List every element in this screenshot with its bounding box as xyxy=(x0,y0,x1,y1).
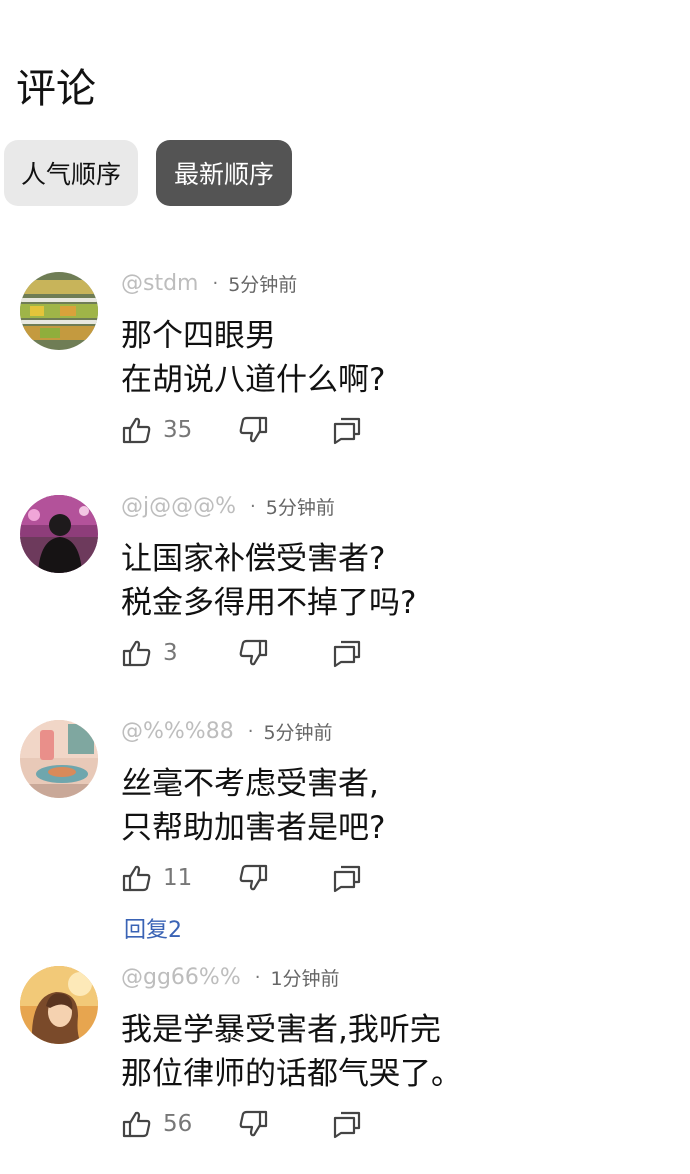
like-count: 56 xyxy=(163,1111,193,1137)
comment-meta: @%%%88 · 5分钟前 xyxy=(121,718,333,745)
thumbs-down-icon xyxy=(237,862,269,894)
avatar[interactable] xyxy=(20,272,98,350)
separator-dot: · xyxy=(247,721,254,742)
like-button[interactable]: 35 xyxy=(121,414,192,446)
comment-actions: 3 xyxy=(121,637,521,677)
thumbs-up-icon xyxy=(121,637,153,669)
comment-body: 让国家补偿受害者? 税金多得用不掉了吗? xyxy=(121,537,416,625)
reply-comment-icon xyxy=(331,637,363,669)
reply-comment-icon xyxy=(331,414,363,446)
comment-body: 我是学暴受害者,我听完 那位律师的话都气哭了。 xyxy=(121,1008,462,1096)
comment-actions: 11 xyxy=(121,862,521,902)
dislike-button[interactable] xyxy=(237,637,269,669)
separator-dot: · xyxy=(212,273,219,294)
avatar[interactable] xyxy=(20,966,98,1044)
comment-line: 只帮助加害者是吧? xyxy=(121,810,386,846)
sort-newest-button[interactable]: 最新顺序 xyxy=(156,140,292,206)
username[interactable]: @stdm xyxy=(121,271,198,296)
view-replies-link[interactable]: 回复2 xyxy=(124,912,182,944)
avatar-image xyxy=(20,720,98,798)
comment-body: 丝毫不考虑受害者, 只帮助加害者是吧? xyxy=(121,762,385,850)
comment-meta: @j@@@% · 5分钟前 xyxy=(121,493,335,520)
comment-line: 那位律师的话都气哭了。 xyxy=(121,1056,462,1092)
comment-line: 让国家补偿受害者? xyxy=(121,541,386,577)
like-count: 11 xyxy=(163,865,193,891)
separator-dot: · xyxy=(250,496,256,517)
reply-button[interactable] xyxy=(331,637,363,669)
like-count: 35 xyxy=(163,417,193,443)
thumbs-up-icon xyxy=(121,862,153,894)
thumbs-up-icon xyxy=(121,414,153,446)
timestamp: 1分钟前 xyxy=(270,968,340,990)
reply-button[interactable] xyxy=(331,414,363,446)
avatar[interactable] xyxy=(20,720,98,798)
timestamp: 5分钟前 xyxy=(228,274,298,296)
username[interactable]: @%%%88 xyxy=(121,719,234,744)
reply-button[interactable] xyxy=(331,862,363,894)
timestamp: 5分钟前 xyxy=(265,497,335,519)
dislike-button[interactable] xyxy=(237,862,269,894)
comment-line: 我是学暴受害者,我听完 xyxy=(121,1012,441,1048)
comment-line: 丝毫不考虑受害者, xyxy=(121,766,379,802)
avatar-image xyxy=(20,495,98,573)
comment-actions: 56 xyxy=(121,1108,521,1148)
comment-line: 在胡说八道什么啊? xyxy=(121,362,386,398)
comment-meta: @gg66%% · 1分钟前 xyxy=(121,964,340,991)
thumbs-down-icon xyxy=(237,637,269,669)
timestamp: 5分钟前 xyxy=(263,722,333,744)
like-count: 3 xyxy=(163,640,178,666)
thumbs-down-icon xyxy=(237,1108,269,1140)
avatar-image xyxy=(20,272,98,350)
page-title: 评论 xyxy=(16,66,96,112)
username[interactable]: @gg66%% xyxy=(121,965,241,990)
reply-comment-icon xyxy=(331,1108,363,1140)
username[interactable]: @j@@@% xyxy=(121,494,236,519)
thumbs-down-icon xyxy=(237,414,269,446)
comment-line: 税金多得用不掉了吗? xyxy=(121,585,417,621)
thumbs-up-icon xyxy=(121,1108,153,1140)
reply-button[interactable] xyxy=(331,1108,363,1140)
separator-dot: · xyxy=(254,967,261,988)
like-button[interactable]: 3 xyxy=(121,637,178,669)
comment-actions: 35 xyxy=(121,414,521,454)
comment-line: 那个四眼男 xyxy=(121,318,276,354)
dislike-button[interactable] xyxy=(237,1108,269,1140)
avatar-image xyxy=(20,966,98,1044)
like-button[interactable]: 56 xyxy=(121,1108,192,1140)
like-button[interactable]: 11 xyxy=(121,862,192,894)
dislike-button[interactable] xyxy=(237,414,269,446)
sort-popular-button[interactable]: 人气顺序 xyxy=(4,140,138,206)
avatar[interactable] xyxy=(20,495,98,573)
reply-comment-icon xyxy=(331,862,363,894)
comment-meta: @stdm · 5分钟前 xyxy=(121,270,297,297)
comment-body: 那个四眼男 在胡说八道什么啊? xyxy=(121,314,385,402)
